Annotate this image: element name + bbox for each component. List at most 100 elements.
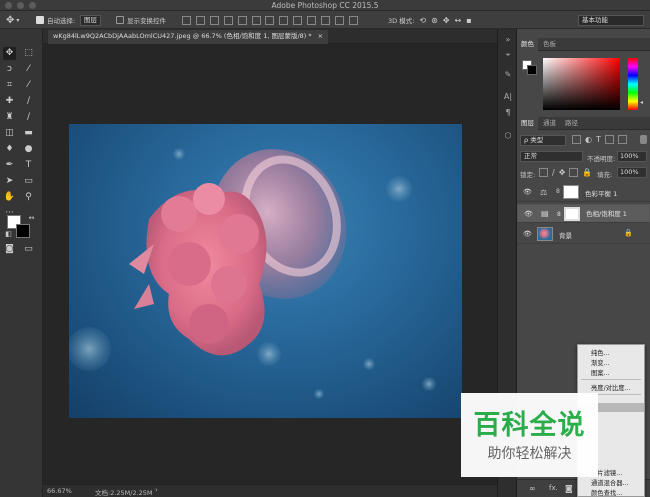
zoom-level[interactable]: 66.67% bbox=[47, 487, 72, 495]
magic-wand-tool-icon[interactable]: ⁄ bbox=[22, 63, 35, 76]
opacity-input[interactable]: 100% bbox=[617, 151, 647, 162]
menu-item-channel-mixer[interactable]: 通道混合器... bbox=[591, 478, 629, 487]
visibility-eye-icon[interactable]: 👁 bbox=[523, 188, 532, 196]
lock-transparent-icon[interactable] bbox=[539, 168, 548, 177]
menu-item-color-lookup[interactable]: 颜色查找... bbox=[591, 488, 622, 497]
gradient-tool-icon[interactable]: ▬ bbox=[22, 127, 35, 140]
lock-artboard-icon[interactable] bbox=[569, 168, 579, 177]
distribute-right-icon[interactable] bbox=[335, 15, 344, 25]
quick-mask-icon[interactable]: ◙ bbox=[3, 243, 16, 256]
distribute-bottom-icon[interactable] bbox=[293, 15, 302, 25]
distribute-hcenter-icon[interactable] bbox=[321, 15, 330, 25]
distribute-left-icon[interactable] bbox=[307, 15, 316, 25]
crop-tool-icon[interactable]: ⌗ bbox=[3, 79, 16, 92]
tab-channels[interactable]: 通道 bbox=[539, 117, 560, 130]
menu-item-gradient[interactable]: 渐变... bbox=[591, 358, 610, 367]
align-top-icon[interactable] bbox=[182, 15, 191, 25]
distribute-vcenter-icon[interactable] bbox=[279, 15, 288, 25]
layer-row-hue-saturation[interactable]: 👁 ▤ 8 色相/饱和度 1 bbox=[517, 204, 650, 223]
pan-3d-icon[interactable]: ✥ bbox=[443, 16, 450, 25]
auto-select-dropdown[interactable]: 图层 bbox=[80, 14, 101, 26]
3d-panel-icon[interactable]: ⬡ bbox=[502, 130, 514, 142]
align-bottom-icon[interactable] bbox=[210, 15, 219, 25]
fill-input[interactable]: 100% bbox=[617, 167, 647, 178]
tab-color[interactable]: 颜色 bbox=[517, 38, 538, 51]
zoom-tool-icon[interactable]: ⚲ bbox=[22, 191, 35, 204]
paragraph-panel-icon[interactable]: ¶ bbox=[502, 107, 514, 119]
lasso-tool-icon[interactable]: ↄ bbox=[3, 63, 16, 76]
filter-toggle[interactable] bbox=[640, 135, 647, 144]
tab-swatches[interactable]: 色板 bbox=[539, 38, 560, 51]
layer-row-background[interactable]: 👁 背景 🔒 bbox=[517, 225, 650, 244]
rotate-3d-icon[interactable]: ⟲ bbox=[419, 16, 426, 25]
menu-item-solid-color[interactable]: 纯色... bbox=[591, 348, 610, 357]
marquee-tool-icon[interactable]: ⬚ bbox=[22, 47, 35, 60]
document-close-icon[interactable]: × bbox=[318, 30, 323, 44]
show-transform-checkbox[interactable] bbox=[116, 16, 124, 24]
document-image[interactable] bbox=[69, 124, 462, 418]
lock-move-icon[interactable]: ✥ bbox=[559, 168, 566, 177]
layer-name[interactable]: 背景 bbox=[559, 230, 572, 240]
brush-presets-icon[interactable]: ✎ bbox=[502, 69, 514, 81]
blur-tool-icon[interactable]: ♦ bbox=[3, 143, 16, 156]
workspace-dropdown[interactable]: 基本功能 bbox=[578, 14, 644, 26]
align-right-icon[interactable] bbox=[252, 15, 261, 25]
filter-adjustment-icon[interactable]: ◐ bbox=[585, 135, 592, 144]
slide-3d-icon[interactable]: ↔ bbox=[455, 16, 462, 25]
visibility-eye-icon[interactable]: 👁 bbox=[523, 230, 532, 238]
tab-paths[interactable]: 路径 bbox=[561, 117, 582, 130]
visibility-eye-icon[interactable]: 👁 bbox=[524, 210, 533, 218]
layer-name[interactable]: 色相/饱和度 1 bbox=[586, 210, 627, 219]
move-tool-icon[interactable]: ✥ bbox=[3, 47, 16, 60]
filter-smart-icon[interactable] bbox=[617, 135, 627, 144]
layer-image-thumbnail[interactable] bbox=[537, 227, 553, 241]
default-colors-icon[interactable]: ◧ bbox=[2, 228, 15, 241]
tab-layers[interactable]: 图层 bbox=[517, 117, 538, 130]
align-left-icon[interactable] bbox=[224, 15, 233, 25]
filter-shape-icon[interactable] bbox=[604, 135, 614, 144]
move-tool-preset[interactable]: ✥ ▾ bbox=[6, 14, 19, 26]
auto-select-checkbox[interactable] bbox=[36, 16, 44, 24]
collapse-icon[interactable]: » bbox=[502, 34, 514, 46]
type-tool-icon[interactable]: T bbox=[22, 159, 35, 172]
scale-3d-icon[interactable]: ▪ bbox=[466, 16, 471, 25]
align-hcenter-icon[interactable] bbox=[238, 15, 247, 25]
filter-pixel-icon[interactable] bbox=[572, 135, 581, 144]
history-brush-tool-icon[interactable]: ∕ bbox=[22, 111, 35, 124]
filter-type-icon[interactable]: T bbox=[596, 135, 601, 144]
dodge-tool-icon[interactable]: ● bbox=[22, 143, 35, 156]
menu-item-brightness-contrast[interactable]: 亮度/对比度... bbox=[591, 383, 631, 392]
layer-row-color-balance[interactable]: 👁 ⚖ 8 色彩平衡 1 bbox=[517, 183, 650, 202]
swap-colors-icon[interactable]: ↔ bbox=[25, 212, 38, 225]
distribute-top-icon[interactable] bbox=[265, 15, 274, 25]
roll-3d-icon[interactable]: ⊛ bbox=[431, 16, 438, 25]
document-tab[interactable]: wKg84lLw9Q2ACbDjAAabLOmlCU427.jpeg @ 66.… bbox=[48, 30, 329, 44]
healing-brush-tool-icon[interactable]: ✚ bbox=[3, 95, 16, 108]
color-panel-fgbg[interactable] bbox=[522, 60, 537, 75]
hand-tool-icon[interactable]: ✋ bbox=[3, 191, 16, 204]
background-color-swatch[interactable] bbox=[16, 224, 30, 238]
align-vcenter-icon[interactable] bbox=[196, 15, 205, 25]
layer-name[interactable]: 色彩平衡 1 bbox=[585, 188, 617, 198]
hue-slider[interactable] bbox=[628, 58, 638, 110]
history-panel-icon[interactable]: ⌖ bbox=[502, 49, 514, 61]
menu-item-pattern[interactable]: 图案... bbox=[591, 368, 610, 377]
eyedropper-tool-icon[interactable]: ⁄ bbox=[22, 79, 35, 92]
layer-mask-thumbnail[interactable] bbox=[564, 207, 580, 221]
layer-mask-thumbnail[interactable] bbox=[563, 185, 579, 199]
auto-align-icon[interactable] bbox=[349, 15, 358, 25]
eraser-tool-icon[interactable]: ◫ bbox=[3, 127, 16, 140]
screen-mode-icon[interactable]: ▭ bbox=[22, 243, 35, 256]
color-picker-field[interactable] bbox=[543, 58, 620, 110]
fx-button[interactable]: fx. bbox=[549, 484, 558, 492]
lock-paint-icon[interactable]: ∕ bbox=[552, 168, 555, 177]
pen-tool-icon[interactable]: ✒ bbox=[3, 159, 16, 172]
brush-tool-icon[interactable]: ∕ bbox=[22, 95, 35, 108]
mask-link-icon[interactable]: 8 bbox=[556, 188, 560, 195]
path-selection-tool-icon[interactable]: ➤ bbox=[3, 175, 16, 188]
layer-filter-dropdown[interactable]: ρ 类型 bbox=[520, 135, 566, 146]
blend-mode-dropdown[interactable]: 正常 bbox=[520, 151, 583, 162]
lock-all-icon[interactable]: 🔒 bbox=[582, 168, 592, 177]
hue-slider-handle-icon[interactable]: ◂ bbox=[640, 99, 643, 106]
mask-link-icon[interactable]: 8 bbox=[557, 210, 561, 219]
